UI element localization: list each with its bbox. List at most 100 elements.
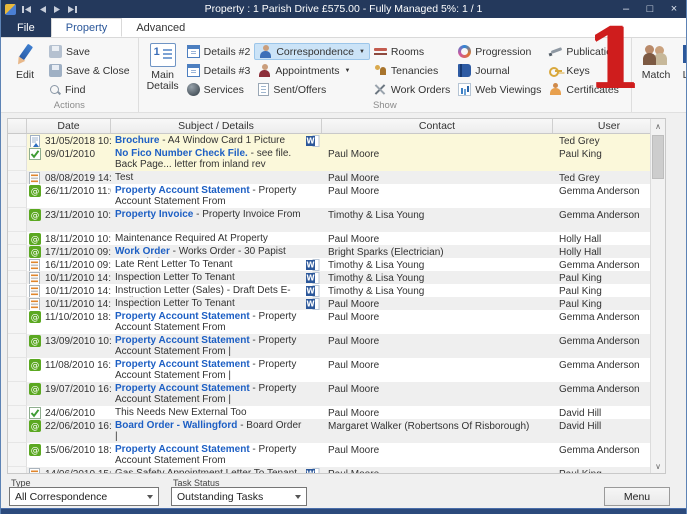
appointments-button[interactable]: Appointments▼ bbox=[254, 62, 370, 79]
row-subject-link[interactable]: Property Account Statement bbox=[115, 359, 250, 370]
table-row[interactable]: @17/11/2010 09:38Work Order - Works Orde… bbox=[8, 245, 650, 258]
row-user: Gemma Anderson bbox=[553, 382, 650, 406]
row-subject-link[interactable]: Board Order - Wallingford bbox=[115, 420, 237, 431]
doc-icon bbox=[29, 298, 42, 310]
tab-advanced[interactable]: Advanced bbox=[122, 18, 199, 37]
rooms-button[interactable]: Rooms bbox=[370, 43, 454, 60]
table-row[interactable]: 09/01/2010No Fico Number Check File. - s… bbox=[8, 147, 650, 171]
certificates-button[interactable]: Certificates bbox=[545, 81, 627, 98]
find-button[interactable]: Find bbox=[45, 81, 134, 98]
ribbon: Edit Save Save & Close Find Actions Main… bbox=[1, 38, 686, 113]
details2-button[interactable]: Details #2 bbox=[183, 43, 255, 60]
row-selector[interactable] bbox=[8, 208, 27, 232]
progression-button[interactable]: Progression bbox=[454, 43, 545, 60]
table-row[interactable]: 24/06/2010This Needs New External TooPau… bbox=[8, 406, 650, 419]
table-row[interactable]: @15/06/2010 18:10Property Account Statem… bbox=[8, 443, 650, 467]
tab-property[interactable]: Property bbox=[51, 18, 123, 37]
doc-icon bbox=[29, 259, 42, 271]
column-header-date[interactable]: Date bbox=[27, 119, 111, 133]
table-row[interactable]: 10/11/2010 14:36Inspection Letter To Ten… bbox=[8, 271, 650, 284]
match-button[interactable]: Match bbox=[636, 41, 676, 81]
row-subject-link[interactable]: Property Account Statement bbox=[115, 444, 250, 455]
row-selector[interactable] bbox=[8, 443, 27, 467]
work-orders-button[interactable]: Work Orders bbox=[370, 81, 454, 98]
correspondence-button[interactable]: Correspondence▼ bbox=[254, 43, 370, 60]
row-selector[interactable] bbox=[8, 419, 27, 443]
nav-previous-button[interactable] bbox=[39, 5, 47, 14]
close-button[interactable]: × bbox=[662, 0, 686, 18]
table-row[interactable]: @19/07/2010 16:45Property Account Statem… bbox=[8, 382, 650, 406]
table-row[interactable]: @11/08/2010 16:33Property Account Statem… bbox=[8, 358, 650, 382]
row-selector[interactable] bbox=[8, 258, 27, 271]
table-row[interactable]: @13/09/2010 10:46Property Account Statem… bbox=[8, 334, 650, 358]
table-row[interactable]: @18/11/2010 10:48Maintenance Required At… bbox=[8, 232, 650, 245]
main-details-button[interactable]: Main Details bbox=[143, 41, 183, 92]
table-row[interactable]: 08/08/2019 14:22TestPaul MooreTed Grey bbox=[8, 171, 650, 184]
row-subject-link[interactable]: Brochure bbox=[115, 135, 159, 146]
tenancies-button[interactable]: Tenancies bbox=[370, 62, 454, 79]
row-selector[interactable] bbox=[8, 382, 27, 406]
row-selector[interactable] bbox=[8, 334, 27, 358]
web-viewings-button[interactable]: Web Viewings bbox=[454, 81, 545, 98]
row-selector[interactable] bbox=[8, 297, 27, 310]
table-row[interactable]: 14/06/2010 15:06Gas Safety Appointment L… bbox=[8, 467, 650, 473]
row-subject-link[interactable]: Property Account Statement bbox=[115, 185, 250, 196]
row-selector[interactable] bbox=[8, 171, 27, 184]
table-row[interactable]: @11/10/2010 18:08Property Account Statem… bbox=[8, 310, 650, 334]
save-and-close-button[interactable]: Save & Close bbox=[45, 62, 134, 79]
ribbon-group-correspond: Match Letter Note bbox=[632, 38, 687, 112]
row-selector[interactable] bbox=[8, 184, 27, 208]
table-row[interactable]: 10/11/2010 14:36Instruction Letter (Sale… bbox=[8, 284, 650, 297]
nav-first-button[interactable] bbox=[22, 5, 33, 14]
sent-offers-button[interactable]: Sent/Offers bbox=[254, 81, 370, 98]
scroll-up-icon[interactable]: ∧ bbox=[651, 119, 665, 133]
vertical-scrollbar[interactable]: ∧ ∨ bbox=[650, 119, 665, 473]
row-subject-link[interactable]: Property Invoice bbox=[115, 209, 193, 220]
row-selector[interactable] bbox=[8, 284, 27, 297]
nav-last-button[interactable] bbox=[67, 5, 78, 14]
edit-button[interactable]: Edit bbox=[5, 41, 45, 81]
main-details-icon bbox=[150, 43, 176, 67]
row-subject-link[interactable]: Property Account Statement bbox=[115, 311, 250, 322]
table-row[interactable]: @26/11/2010 11:02Property Account Statem… bbox=[8, 184, 650, 208]
type-filter-dropdown[interactable]: All Correspondence bbox=[9, 487, 159, 506]
svg-text:@: @ bbox=[31, 446, 40, 456]
scroll-down-icon[interactable]: ∨ bbox=[651, 459, 665, 473]
keys-button[interactable]: Keys bbox=[545, 62, 627, 79]
row-selector[interactable] bbox=[8, 147, 27, 171]
row-selector[interactable] bbox=[8, 271, 27, 284]
row-selector[interactable] bbox=[8, 467, 27, 473]
row-subject-link[interactable]: No Fico Number Check File. bbox=[115, 148, 248, 159]
row-selector[interactable] bbox=[8, 358, 27, 382]
column-header-subject[interactable]: Subject / Details bbox=[111, 119, 322, 133]
task-status-filter-dropdown[interactable]: Outstanding Tasks bbox=[171, 487, 307, 506]
table-row[interactable]: @22/06/2010 16:22Board Order - Wallingfo… bbox=[8, 419, 650, 443]
menu-button[interactable]: Menu bbox=[604, 487, 670, 506]
minimize-button[interactable]: – bbox=[614, 0, 638, 18]
letter-button[interactable]: Letter bbox=[676, 41, 687, 81]
save-button[interactable]: Save bbox=[45, 43, 134, 60]
column-header-contact[interactable]: Contact bbox=[322, 119, 553, 133]
tab-file[interactable]: File bbox=[1, 18, 51, 37]
row-selector[interactable] bbox=[8, 134, 27, 147]
row-selector[interactable] bbox=[8, 406, 27, 419]
row-subject-link[interactable]: Work Order bbox=[115, 246, 170, 257]
publications-button[interactable]: Publications bbox=[545, 43, 627, 60]
row-selector[interactable] bbox=[8, 310, 27, 334]
services-button[interactable]: Services bbox=[183, 81, 255, 98]
table-row[interactable]: @23/11/2010 10:41Property Invoice - Prop… bbox=[8, 208, 650, 232]
scrollbar-thumb[interactable] bbox=[652, 135, 664, 179]
table-row[interactable]: 16/11/2010 09:33Late Rent Letter To Tena… bbox=[8, 258, 650, 271]
row-subject-link[interactable]: Property Account Statement bbox=[115, 335, 250, 346]
column-header-user[interactable]: User bbox=[553, 119, 665, 133]
details3-button[interactable]: Details #3 bbox=[183, 62, 255, 79]
table-row[interactable]: 10/11/2010 14:35Inspection Letter To Ten… bbox=[8, 297, 650, 310]
row-selector[interactable] bbox=[8, 245, 27, 258]
row-subject-link[interactable]: Property Account Statement bbox=[115, 383, 250, 394]
table-row[interactable]: 31/05/2018 10:17Brochure - A4 Window Car… bbox=[8, 134, 650, 147]
row-selector[interactable] bbox=[8, 232, 27, 245]
row-user: Holly Hall bbox=[553, 232, 650, 245]
nav-next-button[interactable] bbox=[53, 5, 61, 14]
journal-button[interactable]: Journal bbox=[454, 62, 545, 79]
maximize-button[interactable]: □ bbox=[638, 0, 662, 18]
